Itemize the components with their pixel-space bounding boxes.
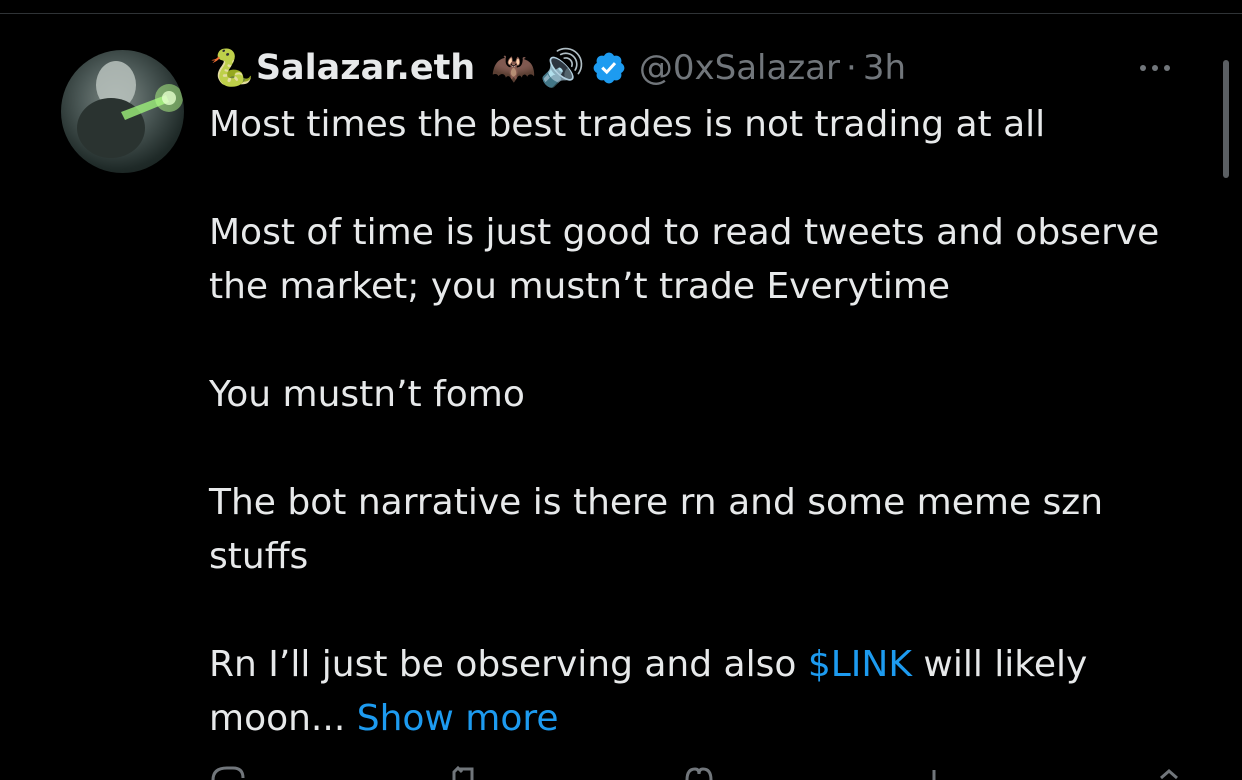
retweet-icon[interactable]: [444, 760, 484, 780]
tweet-text-segment: Rn I’ll just be observing and also: [209, 644, 808, 685]
tweet-action-bar: [209, 760, 1189, 780]
more-options-button[interactable]: [1130, 53, 1180, 83]
speaker-emoji: 🔊: [540, 48, 585, 89]
views-icon[interactable]: [914, 760, 954, 780]
tweet-line: Most of time is just good to read tweets…: [209, 212, 1160, 307]
avatar[interactable]: [61, 50, 184, 173]
show-more-link[interactable]: Show more: [357, 698, 559, 739]
snake-emoji: 🐍: [209, 48, 254, 89]
share-icon[interactable]: [1149, 760, 1189, 780]
tweet-line: The bot narrative is there rn and some m…: [209, 482, 1104, 577]
more-dot: [1140, 65, 1146, 71]
top-divider: [0, 13, 1242, 14]
like-icon[interactable]: [679, 760, 719, 780]
scrollbar-thumb[interactable]: [1223, 60, 1229, 178]
tweet-line: Most times the best trades is not tradin…: [209, 104, 1046, 145]
tweet-header: 🐍 Salazar.eth 🦇 🔊 @0xSalazar · 3h: [209, 42, 906, 94]
avatar-image: [77, 61, 183, 158]
more-dot: [1152, 65, 1158, 71]
display-name[interactable]: Salazar.eth: [256, 48, 475, 88]
more-dot: [1164, 65, 1170, 71]
user-handle[interactable]: @0xSalazar: [639, 48, 840, 88]
cashtag-link[interactable]: $LINK: [808, 644, 912, 685]
tweet-line: You mustn’t fomo: [209, 374, 525, 415]
tweet-text: Most times the best trades is not tradin…: [209, 98, 1199, 746]
reply-icon[interactable]: [209, 760, 249, 780]
tweet-line-last: Rn I’ll just be observing and also $LINK…: [209, 638, 1199, 746]
bat-emoji: 🦇: [491, 48, 537, 89]
verified-badge-icon: [591, 50, 627, 86]
timestamp[interactable]: 3h: [863, 48, 906, 88]
separator-dot: ·: [846, 48, 857, 88]
